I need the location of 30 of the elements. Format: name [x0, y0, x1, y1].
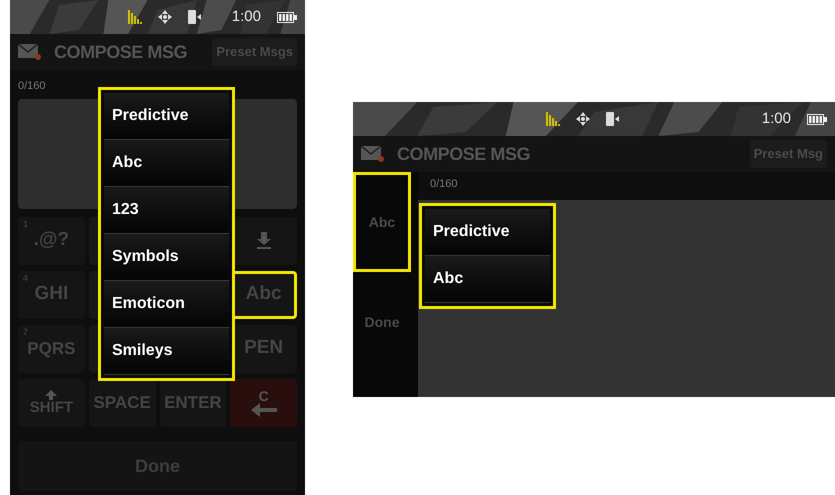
clock-time: 1:00 [232, 6, 261, 27]
crosshair-icon [158, 10, 172, 24]
menu-item[interactable]: Abc [104, 140, 229, 187]
screen-title: COMPOSE MSG [397, 142, 530, 166]
mail-icon [361, 146, 385, 162]
phone-icon [188, 10, 202, 24]
menu-item[interactable]: Predictive [425, 209, 550, 256]
screen-title: COMPOSE MSG [54, 40, 188, 64]
signal-icon [128, 10, 142, 24]
backspace-key[interactable]: C [230, 378, 297, 426]
character-counter: 0/160 [429, 177, 459, 192]
mail-icon [18, 44, 42, 60]
menu-item[interactable]: Abc [425, 256, 550, 303]
up-arrow-icon [45, 390, 58, 400]
download-icon [256, 232, 272, 250]
clock-time: 1:00 [762, 108, 791, 129]
phone-icon [606, 112, 620, 126]
menu-item[interactable]: Symbols [104, 234, 229, 281]
character-counter: 0/160 [17, 79, 47, 94]
side-button[interactable]: Abc [353, 172, 411, 272]
battery-icon [807, 114, 827, 124]
menu-item[interactable]: Predictive [104, 93, 229, 140]
menu-item[interactable]: Smileys [104, 328, 229, 375]
signal-icon [546, 112, 560, 126]
crosshair-icon [576, 112, 590, 126]
menu-item[interactable]: 123 [104, 187, 229, 234]
side-button[interactable]: Done [353, 272, 411, 372]
left-arrow-icon [250, 402, 277, 416]
menu-item[interactable]: Emoticon [104, 281, 229, 328]
battery-icon [277, 12, 297, 22]
